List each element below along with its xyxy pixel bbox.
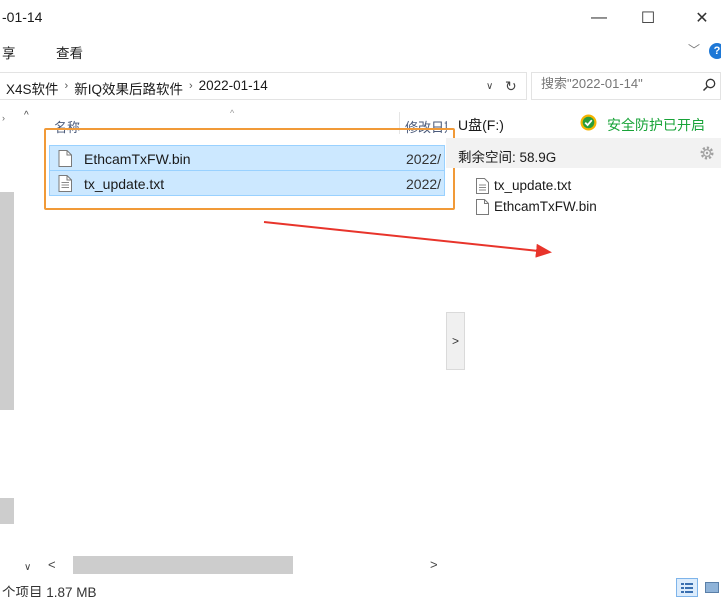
free-space-text: 剩余空间: 58.9G [458, 150, 557, 165]
sort-indicator-icon: ^ [230, 108, 235, 118]
shield-icon [580, 114, 597, 131]
free-space-row: 剩余空间: 58.9G [446, 138, 721, 168]
help-icon[interactable]: ? [709, 43, 721, 59]
nav-scroll-thumb-secondary[interactable] [0, 498, 14, 524]
horizontal-scrollbar[interactable]: < > [44, 556, 446, 576]
usb-drive-title[interactable]: U盘(F:) [458, 115, 504, 135]
protection-status[interactable]: 安全防护已开启 [607, 115, 705, 135]
breadcrumb-item[interactable]: 新IQ效果后路软件 [74, 78, 183, 98]
details-view-button[interactable] [676, 578, 698, 597]
address-bar-row: X4S软件 › 新IQ效果后路软件 › 2022-01-14 ∨ ↻ [0, 70, 721, 102]
usb-file-name: tx_update.txt [494, 178, 572, 193]
usb-file-item[interactable]: EthcamTxFW.bin [476, 197, 676, 217]
annotation-highlight-box [44, 128, 455, 210]
status-text: 个项目 1.87 MB [2, 585, 97, 597]
status-bar: 个项目 1.87 MB [0, 578, 721, 597]
scroll-down-icon[interactable]: ∨ [24, 562, 31, 573]
usb-file-item[interactable]: tx_update.txt [476, 176, 676, 196]
search-icon[interactable] [701, 77, 717, 93]
search-box[interactable] [531, 72, 721, 100]
search-input[interactable] [541, 76, 691, 91]
nav-pane-scrollbar[interactable] [0, 110, 14, 580]
close-icon: ✕ [695, 10, 709, 27]
usb-header: U盘(F:) 安全防护已开启 [446, 108, 721, 138]
horizontal-scroll-thumb[interactable] [73, 556, 293, 574]
nav-expand-icon[interactable]: › [2, 113, 5, 123]
breadcrumb-item[interactable]: 2022-01-14 [199, 78, 268, 98]
minimize-icon: — [591, 9, 607, 26]
nav-scroll-thumb[interactable] [0, 192, 14, 410]
tiles-view-icon [705, 582, 719, 593]
scroll-left-icon[interactable]: < [48, 557, 56, 572]
address-bar[interactable]: X4S软件 › 新IQ效果后路软件 › 2022-01-14 ∨ ↻ [0, 72, 527, 100]
scroll-up-icon[interactable]: ^ [24, 110, 29, 121]
gear-icon[interactable] [699, 145, 715, 161]
breadcrumb-separator-icon[interactable]: › [65, 78, 69, 98]
window-title: -01-14 [2, 9, 43, 25]
tiles-view-button[interactable] [703, 578, 721, 597]
file-icon [476, 199, 489, 215]
tab-view[interactable]: 查看 [56, 42, 83, 62]
breadcrumb: X4S软件 › 新IQ效果后路软件 › 2022-01-14 [6, 78, 268, 98]
tab-share[interactable]: 享 [2, 42, 16, 62]
maximize-button[interactable]: ☐ [628, 4, 668, 32]
address-history-icon[interactable]: ∨ [486, 81, 493, 92]
minimize-button[interactable]: — [579, 4, 619, 32]
details-view-icon [681, 583, 693, 593]
close-button[interactable]: ✕ [682, 4, 721, 32]
ribbon: 享 查看 ﹀ ? [0, 36, 721, 66]
breadcrumb-separator-icon[interactable]: › [189, 78, 193, 98]
maximize-icon: ☐ [640, 10, 656, 27]
refresh-icon[interactable]: ↻ [505, 78, 517, 95]
breadcrumb-item[interactable]: X4S软件 [6, 78, 59, 98]
text-file-icon [476, 178, 489, 194]
usb-file-name: EthcamTxFW.bin [494, 199, 597, 214]
usb-drive-panel: U盘(F:) 安全防护已开启 剩余空间: 58.9G tx_update.txt [446, 108, 721, 558]
ribbon-expand-icon[interactable]: ﹀ [688, 41, 700, 58]
scroll-right-icon[interactable]: > [430, 557, 438, 572]
title-bar: -01-14 — ☐ ✕ [0, 0, 721, 36]
